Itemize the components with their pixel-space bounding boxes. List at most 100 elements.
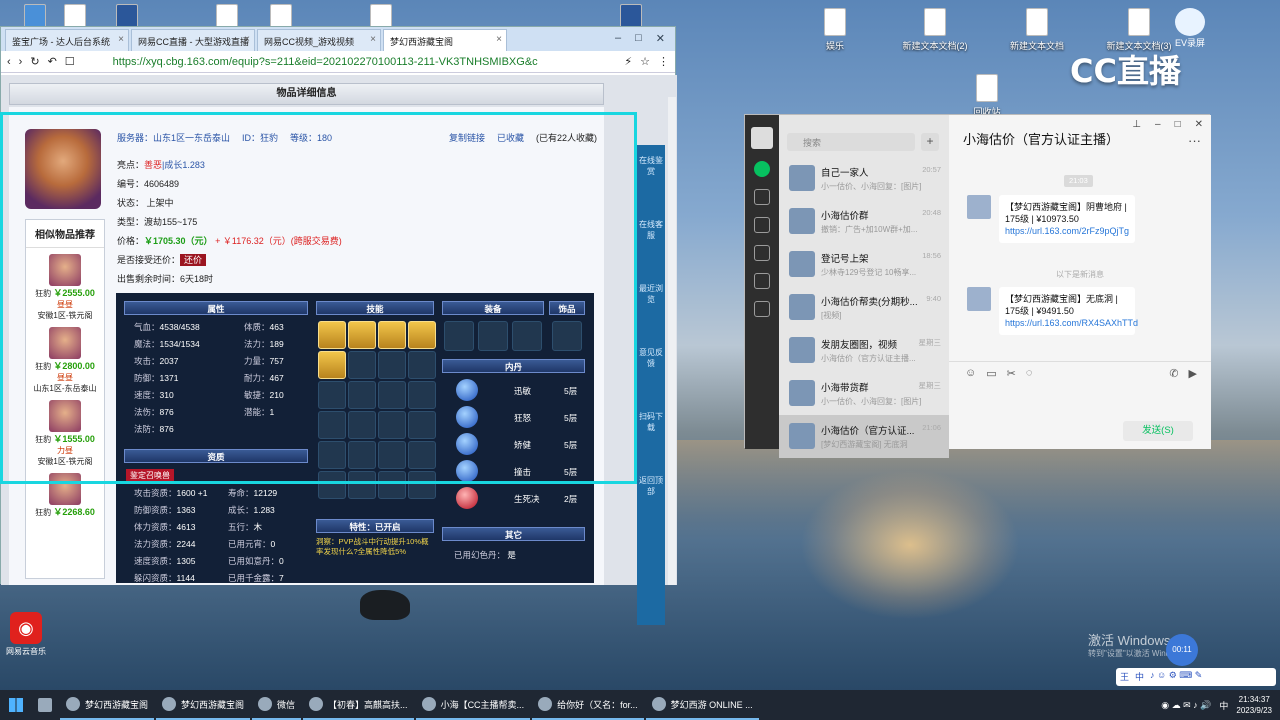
phone-icon[interactable]: ✆ (1169, 367, 1178, 380)
message-bubble[interactable]: 【梦幻西游藏宝阁】阴曹地府 | 175级 | ¥10973.50 https:/… (999, 195, 1135, 243)
close-icon[interactable]: ✕ (656, 32, 665, 45)
equip-slot[interactable] (444, 321, 474, 351)
close-icon[interactable]: × (244, 34, 250, 45)
neidan-icon[interactable] (456, 379, 478, 401)
taskbar-app[interactable]: 微信 (252, 690, 302, 720)
maximize-icon[interactable]: □ (635, 32, 642, 45)
float-item-download[interactable]: 扫码下载 (637, 401, 665, 465)
taskbar-app[interactable]: 梦幻西游藏宝阁 (156, 690, 251, 720)
file-icon[interactable]: ▭ (986, 367, 996, 380)
maximize-icon[interactable]: □ (1175, 119, 1181, 130)
clock[interactable]: 21:34:37 2023/9/23 (1236, 694, 1272, 716)
taskbar-app[interactable]: 梦幻西游藏宝阁 (60, 690, 155, 720)
url-field[interactable]: https://xyq.cbg.163.com/equip?s=211&eid=… (83, 56, 617, 68)
chat-icon[interactable] (754, 161, 770, 177)
extension-icon[interactable]: ⚡ (624, 55, 632, 68)
recording-timer[interactable]: 00:11 (1166, 634, 1198, 666)
conversation-item[interactable]: 小海估价帮卖(分期秒... [视频] 9:40 (779, 286, 949, 329)
desktop-icon-netease-music[interactable]: ◉ 网易云音乐 (6, 612, 46, 657)
taskbar-app[interactable]: 给你好（又名：for... (532, 690, 644, 720)
ime-indicator[interactable]: 中 (1219, 699, 1228, 712)
close-icon[interactable]: × (118, 34, 124, 45)
more-options-icon[interactable]: ··· (1188, 133, 1201, 148)
tab-cc-video[interactable]: 网易CC视频_游戏视频 × (257, 29, 381, 51)
similar-item[interactable]: 狂豹 ￥2800.00 昼昼 山东1区-东岳泰山 (26, 327, 104, 394)
close-icon[interactable]: × (496, 34, 502, 45)
pin-icon[interactable]: ⊥ (1132, 119, 1141, 130)
ime-toolbar[interactable]: 王中 ♪ ☺ ⚙ ⌨ ✎ (1116, 668, 1276, 686)
identify-pet-button[interactable]: 鉴定召唤兽 (126, 469, 174, 482)
moments-icon[interactable] (754, 273, 770, 289)
avatar[interactable] (751, 127, 773, 149)
collected-button[interactable]: 已收藏 (497, 129, 524, 148)
neidan-icon[interactable] (456, 406, 478, 428)
taskbar-app[interactable]: 小海【CC主播帮卖... (415, 690, 531, 720)
desktop-icon-recycle[interactable]: 回收站 (952, 74, 1022, 118)
skill-slot[interactable] (318, 351, 346, 379)
neidan-icon[interactable] (456, 433, 478, 455)
skill-slot[interactable] (378, 321, 406, 349)
desktop-icon-entertainment[interactable]: 娱乐 (800, 8, 870, 52)
skill-slot[interactable] (408, 321, 436, 349)
similar-item[interactable]: 狂豹 ￥2268.60 (26, 473, 104, 518)
conversation-item[interactable]: 登记号上架 少林寺129号登记 10畅享... 18:56 (779, 243, 949, 286)
float-item-top[interactable]: 返回顶部 (637, 465, 665, 529)
conversation-item[interactable]: 小海估价群 撤销：广告+加10W群+加... 20:48 (779, 200, 949, 243)
search-input[interactable]: 搜索 (787, 133, 915, 151)
neidan-icon[interactable] (456, 460, 478, 482)
float-item-service[interactable]: 在线客服 (637, 209, 665, 273)
tab-appraisal[interactable]: 鉴宝广场 - 达人后台系统 × (5, 29, 129, 51)
tab-cbg[interactable]: 梦幻西游藏宝阁 × (383, 29, 507, 51)
contacts-icon[interactable] (754, 189, 770, 205)
more-icon[interactable] (754, 301, 770, 317)
conversation-item[interactable]: 发朋友圈图，视频 小海估价（官方认证主播... 星期三 (779, 329, 949, 372)
desktop-icon-textdoc[interactable]: 新建文本文档 (1002, 8, 1072, 52)
skill-slot[interactable] (318, 321, 346, 349)
float-item-appraise[interactable]: 在线鉴赏 (637, 145, 665, 209)
forward-icon[interactable]: › (19, 56, 23, 68)
emoji-icon[interactable]: ☺ (965, 367, 976, 380)
chat-history-icon[interactable]: ◌ (1026, 367, 1033, 380)
box-icon[interactable] (754, 217, 770, 233)
conversation-item[interactable]: 自己一家人 小一估价、小海回复：[图片] 20:57 (779, 157, 949, 200)
scrollbar[interactable] (668, 97, 676, 585)
message-link[interactable]: https://url.163.com/RX4SAXhTTd (1005, 318, 1138, 328)
ornament-slot[interactable] (552, 321, 582, 351)
close-icon[interactable]: ✕ (1195, 119, 1203, 130)
refresh-icon[interactable]: ↻ (30, 55, 39, 68)
copy-link-button[interactable]: 复制链接 (449, 129, 485, 148)
task-view-icon[interactable] (32, 690, 58, 720)
add-icon[interactable]: + (921, 133, 939, 151)
neidan-icon[interactable] (456, 487, 478, 509)
skill-slot[interactable] (348, 321, 376, 349)
send-button[interactable]: 发送(S) (1123, 421, 1193, 441)
start-button[interactable] (0, 690, 32, 720)
close-icon[interactable]: × (370, 34, 376, 45)
similar-item[interactable]: 狂豹 ￥2555.00 昼昼 安徽1区-铁元阁 (26, 254, 104, 321)
desktop-icon-ev-recorder[interactable]: EV录屏 (1170, 8, 1210, 49)
float-item-feedback[interactable]: 意见反馈 (637, 337, 665, 401)
equip-slot[interactable] (512, 321, 542, 351)
taskbar-app[interactable]: 梦幻西游 ONLINE ... (645, 690, 759, 720)
conversation-item[interactable]: 小海估价（官方认证... [梦幻西游藏宝阁] 无底洞 21:06 (779, 415, 949, 458)
bookmark-icon[interactable]: ☐ (65, 55, 75, 68)
message-link[interactable]: https://url.163.com/2rFz9pQjTg (1005, 226, 1129, 236)
conversation-item[interactable]: 小海带货群 小一估价、小海回复：[图片] 星期三 (779, 372, 949, 415)
video-icon[interactable]: ▶ (1189, 367, 1197, 380)
taskbar-app[interactable]: 【初春】高麒高扶... (303, 690, 414, 720)
message-bubble[interactable]: 【梦幻西游藏宝阁】无底洞 | 175级 | ¥9491.50 https://u… (999, 287, 1138, 335)
minimize-icon[interactable]: – (615, 32, 621, 45)
desktop-icon-textdoc2[interactable]: 新建文本文档(2) (900, 8, 970, 52)
back-icon[interactable]: ‹ (7, 56, 11, 68)
tab-cc-live[interactable]: 网易CC直播 - 大型游戏直播 × (131, 29, 255, 51)
tray-icons[interactable]: ◉ ☁ ✉ ♪ 🔊 (1161, 700, 1211, 711)
star-icon[interactable]: ☆ (640, 55, 650, 68)
undo-icon[interactable]: ↶ (48, 55, 57, 68)
folder-icon[interactable] (754, 245, 770, 261)
similar-item[interactable]: 狂豹 ￥1555.00 力昼 安徽1区-铁元阁 (26, 400, 104, 467)
menu-icon[interactable]: ⋮ (658, 55, 669, 68)
minimize-icon[interactable]: – (1155, 119, 1161, 130)
bargain-button[interactable]: 还价 (180, 254, 207, 266)
equip-slot[interactable] (478, 321, 508, 351)
float-item-recent[interactable]: 最近浏览 (637, 273, 665, 337)
